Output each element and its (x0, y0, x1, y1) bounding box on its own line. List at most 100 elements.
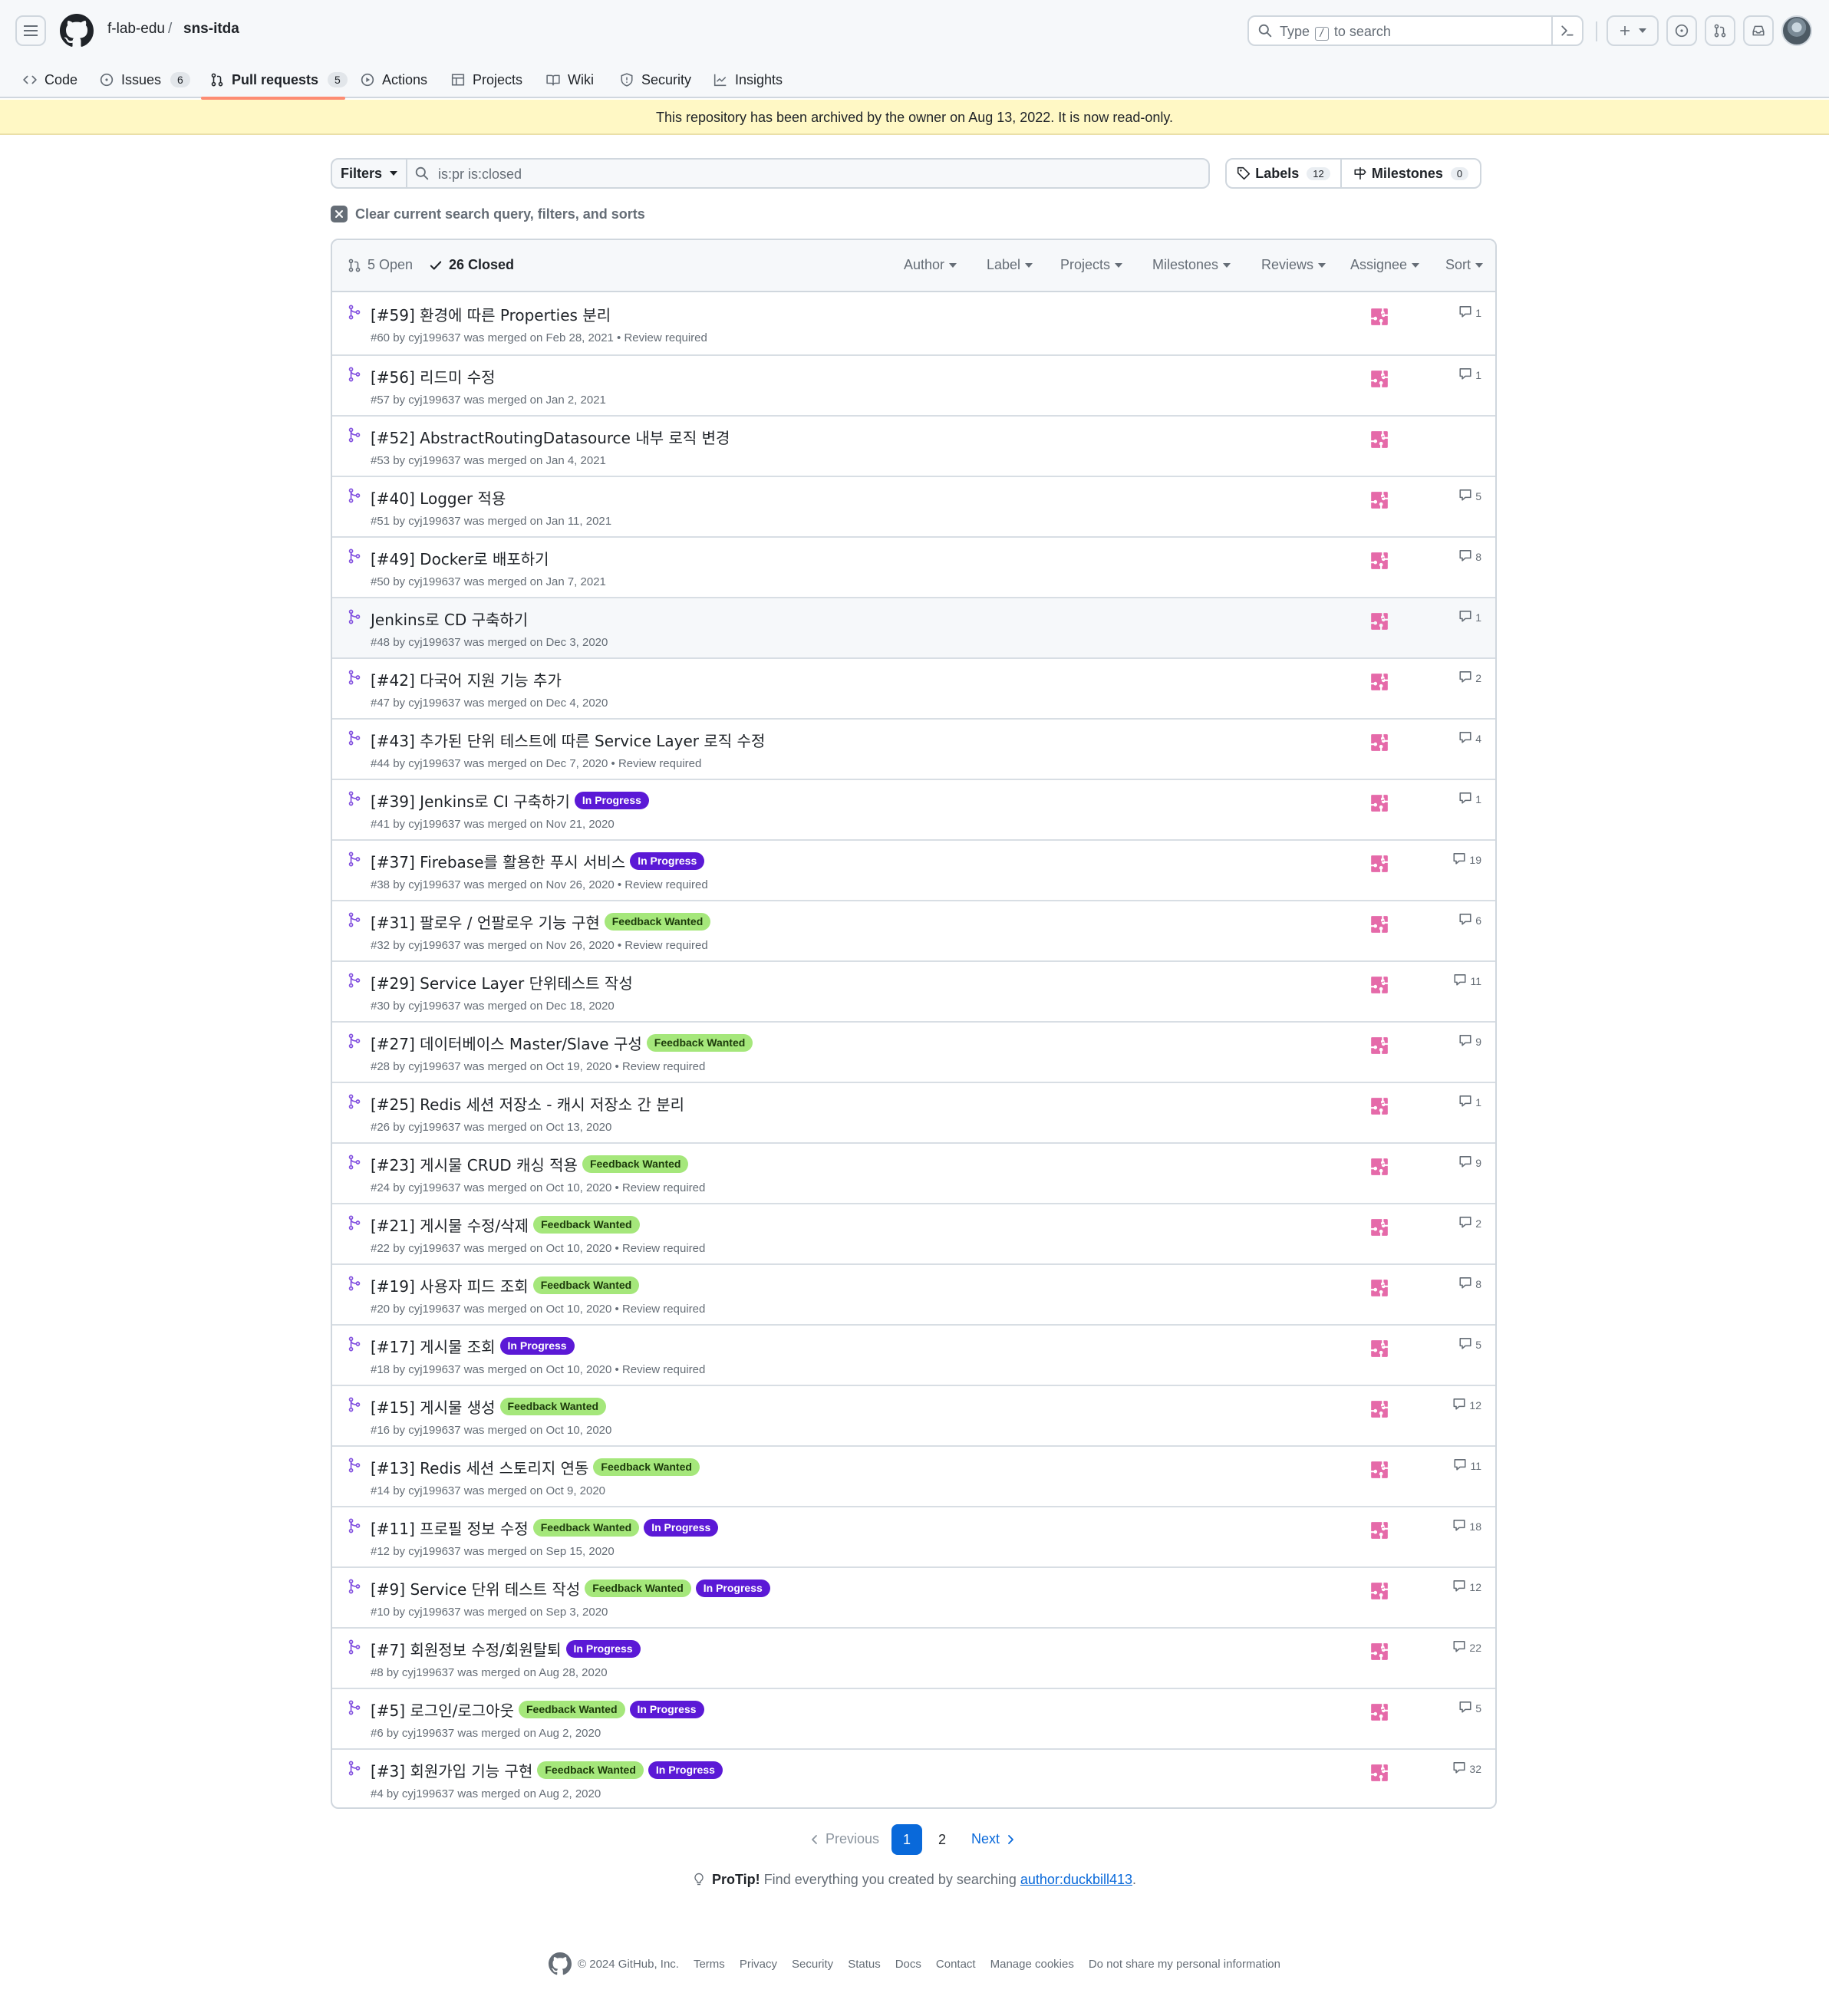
pr-search-field[interactable] (406, 158, 1210, 189)
label-in-progress[interactable]: In Progress (644, 1519, 719, 1537)
command-palette-button[interactable] (1551, 15, 1582, 46)
puzzle-project-icon[interactable] (1369, 1702, 1389, 1726)
user-avatar[interactable] (1781, 15, 1812, 46)
pull-request-title-link[interactable]: [#7] 회원정보 수정/회원탈퇴 (371, 1638, 562, 1660)
puzzle-project-icon[interactable] (1369, 369, 1389, 393)
puzzle-project-icon[interactable] (1369, 1642, 1389, 1665)
pull-request-row[interactable]: [#9] Service 단위 테스트 작성 Feedback Wanted In … (332, 1566, 1495, 1627)
tab-wiki[interactable]: Wiki (546, 61, 594, 98)
milestones-button[interactable]: Milestones 0 (1340, 158, 1481, 189)
label-feedback-wanted[interactable]: Feedback Wanted (533, 1216, 640, 1234)
footer-link-security[interactable]: Security (792, 1958, 833, 1971)
pull-request-row[interactable]: [#42] 다국어 지원 기능 추가 #47 by cyj199637 was m… (332, 657, 1495, 718)
filters-dropdown[interactable]: Filters (331, 158, 407, 189)
puzzle-project-icon[interactable] (1369, 1763, 1389, 1787)
footer-link-do-not-share[interactable]: Do not share my personal information (1089, 1958, 1280, 1971)
pull-request-title-link[interactable]: [#23] 게시물 CRUD 캐싱 적용 (371, 1153, 578, 1175)
pull-request-title-link[interactable]: [#31] 팔로우 / 언팔로우 기능 구현 (371, 911, 600, 933)
pull-request-row[interactable]: [#23] 게시물 CRUD 캐싱 적용 Feedback Wanted #24 b… (332, 1142, 1495, 1203)
pull-request-row[interactable]: [#7] 회원정보 수정/회원탈퇴 In Progress #8 by cyj199… (332, 1627, 1495, 1688)
label-feedback-wanted[interactable]: Feedback Wanted (537, 1761, 644, 1779)
pull-request-row[interactable]: [#39] Jenkins로 CI 구축하기 In Progress #41 by … (332, 779, 1495, 839)
pull-request-row[interactable]: [#31] 팔로우 / 언팔로우 기능 구현 Feedback Wanted #32… (332, 900, 1495, 960)
label-in-progress[interactable]: In Progress (695, 1580, 770, 1597)
github-logo-icon[interactable] (60, 14, 94, 48)
comments-link[interactable]: 1 (1458, 609, 1481, 625)
footer-link-manage-cookies[interactable]: Manage cookies (990, 1958, 1074, 1971)
pull-request-row[interactable]: [#3] 회원가입 기능 구현 Feedback Wanted In Progres… (332, 1748, 1495, 1807)
pull-request-row[interactable]: [#17] 게시물 조회 In Progress #18 by cyj199637 … (332, 1324, 1495, 1385)
pull-request-row[interactable]: [#27] 데이터베이스 Master/Slave 구성 Feedback Wan… (332, 1021, 1495, 1082)
pull-request-title-link[interactable]: [#17] 게시물 조회 (371, 1335, 496, 1357)
sort-filter[interactable]: Sort (1445, 257, 1484, 273)
footer-link-docs[interactable]: Docs (895, 1958, 921, 1971)
pull-request-row[interactable]: [#56] 리드미 수정 #57 by cyj199637 was merged … (332, 354, 1495, 415)
pull-request-row[interactable]: [#40] Logger 적용 #51 by cyj199637 was merg… (332, 476, 1495, 536)
pull-request-row[interactable]: [#43] 추가된 단위 테스트에 따른 Service Layer 로직 수정… (332, 718, 1495, 779)
puzzle-project-icon[interactable] (1369, 854, 1389, 878)
puzzle-project-icon[interactable] (1369, 1217, 1389, 1241)
pull-request-title-link[interactable]: [#39] Jenkins로 CI 구축하기 (371, 789, 570, 812)
puzzle-project-icon[interactable] (1369, 551, 1389, 575)
tab-issues[interactable]: Issues 6 (100, 61, 190, 98)
comments-link[interactable]: 22 (1452, 1639, 1481, 1655)
comments-link[interactable]: 4 (1458, 730, 1481, 746)
pull-request-title-link[interactable]: [#37] Firebase를 활용한 푸시 서비스 (371, 850, 625, 872)
clear-filters-link[interactable]: Clear current search query, filters, and… (331, 204, 645, 224)
comments-link[interactable]: 11 (1453, 973, 1481, 989)
pull-request-row[interactable]: [#52] AbstractRoutingDatasource 내부 로직 변경… (332, 415, 1495, 476)
pull-request-row[interactable]: [#37] Firebase를 활용한 푸시 서비스 In Progress #38… (332, 839, 1495, 900)
pull-request-title-link[interactable]: [#43] 추가된 단위 테스트에 따른 Service Layer 로직 수정 (371, 729, 765, 751)
comments-link[interactable]: 1 (1458, 367, 1481, 383)
label-feedback-wanted[interactable]: Feedback Wanted (593, 1458, 700, 1476)
github-mark-icon[interactable] (549, 1952, 572, 1975)
label-feedback-wanted[interactable]: Feedback Wanted (585, 1580, 691, 1597)
label-feedback-wanted[interactable]: Feedback Wanted (499, 1398, 607, 1415)
label-feedback-wanted[interactable]: Feedback Wanted (604, 913, 711, 931)
pull-request-title-link[interactable]: [#56] 리드미 수정 (371, 365, 496, 387)
pull-request-title-link[interactable]: Jenkins로 CD 구축하기 (371, 608, 528, 630)
pull-request-row[interactable]: [#29] Service Layer 단위테스트 작성 #30 by cyj19… (332, 960, 1495, 1021)
label-feedback-wanted[interactable]: Feedback Wanted (646, 1034, 753, 1052)
tab-pull-requests[interactable]: Pull requests 5 (210, 61, 348, 98)
puzzle-project-icon[interactable] (1369, 307, 1389, 331)
label-in-progress[interactable]: In Progress (565, 1640, 641, 1658)
pull-request-title-link[interactable]: [#5] 로그인/로그아웃 (371, 1698, 514, 1721)
pull-request-row[interactable]: [#25] Redis 세션 저장소 - 캐시 저장소 간 분리 #26 by c… (332, 1082, 1495, 1142)
puzzle-project-icon[interactable] (1369, 914, 1389, 938)
label-feedback-wanted[interactable]: Feedback Wanted (532, 1276, 640, 1294)
projects-filter[interactable]: Projects (1060, 257, 1123, 273)
comments-link[interactable]: 12 (1452, 1397, 1481, 1413)
tab-actions[interactable]: Actions (361, 61, 427, 98)
puzzle-project-icon[interactable] (1369, 1339, 1389, 1362)
puzzle-project-icon[interactable] (1369, 1096, 1389, 1120)
global-search-input[interactable]: Type / to search (1247, 15, 1583, 46)
comments-link[interactable]: 8 (1458, 548, 1481, 565)
tab-projects[interactable]: Projects (451, 61, 522, 98)
pull-request-row[interactable]: [#5] 로그인/로그아웃 Feedback Wanted In Progress #… (332, 1688, 1495, 1748)
footer-link-contact[interactable]: Contact (936, 1958, 976, 1971)
comments-link[interactable]: 5 (1458, 1336, 1481, 1352)
label-feedback-wanted[interactable]: Feedback Wanted (582, 1155, 689, 1173)
comments-link[interactable]: 8 (1458, 1276, 1481, 1292)
pull-request-title-link[interactable]: [#52] AbstractRoutingDatasource 내부 로직 변경 (371, 426, 730, 448)
comments-link[interactable]: 2 (1458, 1215, 1481, 1231)
comments-link[interactable]: 2 (1458, 670, 1481, 686)
assignee-filter[interactable]: Assignee (1350, 257, 1420, 273)
comments-link[interactable]: 19 (1452, 852, 1481, 868)
puzzle-project-icon[interactable] (1369, 1399, 1389, 1423)
puzzle-project-icon[interactable] (1369, 1581, 1389, 1605)
puzzle-project-icon[interactable] (1369, 793, 1389, 817)
comments-link[interactable]: 9 (1458, 1033, 1481, 1049)
comments-link[interactable]: 6 (1458, 912, 1481, 928)
tab-security[interactable]: Security (620, 61, 691, 98)
puzzle-project-icon[interactable] (1369, 1520, 1389, 1544)
create-new-button[interactable] (1607, 15, 1659, 46)
footer-link-privacy[interactable]: Privacy (740, 1958, 777, 1971)
pull-request-title-link[interactable]: [#40] Logger 적용 (371, 486, 506, 509)
your-issues-button[interactable] (1666, 15, 1697, 46)
pull-request-title-link[interactable]: [#3] 회원가입 기능 구현 (371, 1759, 532, 1781)
notifications-button[interactable] (1743, 15, 1774, 46)
label-in-progress[interactable]: In Progress (499, 1337, 575, 1355)
puzzle-project-icon[interactable] (1369, 733, 1389, 756)
